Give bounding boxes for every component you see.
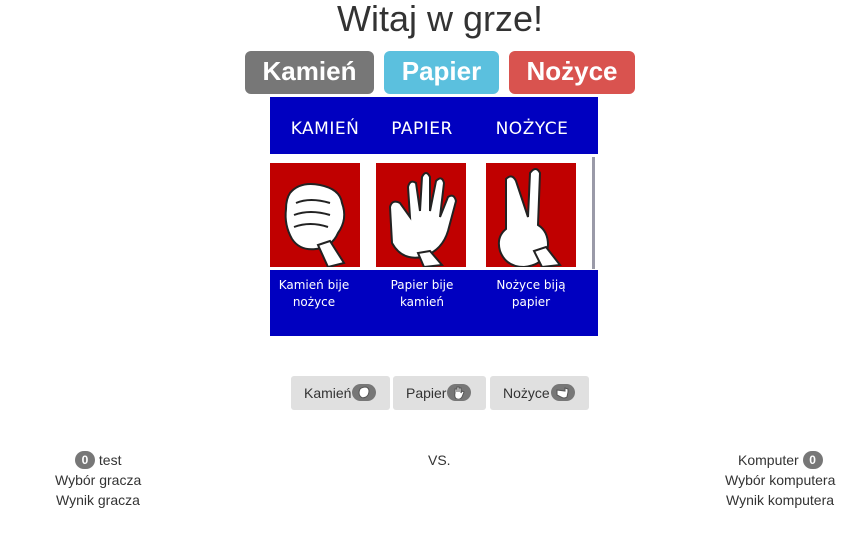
rules-image: KAMIEŃ PAPIER NOŻYCE Kamień bije nożyce … (270, 97, 598, 336)
rock-header-button[interactable]: Kamień (245, 51, 374, 94)
choose-rock-button[interactable]: Kamień (291, 376, 390, 410)
rules-caption-paper-line2: kamień (399, 295, 445, 309)
rules-caption-paper-line1: Papier bije (390, 278, 454, 292)
rules-caption-rock-line1: Kamień bije (278, 278, 350, 292)
computer-name: Komputer (738, 452, 799, 468)
rules-caption-rock: Kamień bije nożyce (270, 277, 367, 311)
player-score-badge: 0 (75, 451, 95, 470)
fist-icon (270, 163, 360, 267)
scissors-header-button[interactable]: Nożyce (509, 51, 635, 94)
choose-rock-label: Kamień (304, 385, 352, 401)
rules-heading-scissors: NOŻYCE (495, 119, 569, 139)
player-name-row: 0 test (75, 450, 121, 470)
choose-scissors-label: Nożyce (503, 385, 550, 401)
rules-caption-paper: Papier bije kamień (369, 277, 475, 311)
rules-caption-rock-line2: nożyce (292, 295, 336, 309)
choose-paper-button[interactable]: Papier (393, 376, 486, 410)
player-name: test (98, 452, 122, 468)
player-choice: Wybór gracza (55, 472, 142, 488)
rules-caption-scissors: Nożyce biją papier (478, 277, 584, 311)
choose-paper-label: Papier (406, 385, 447, 401)
rock-hand-icon (352, 383, 377, 401)
rules-image-divider (592, 157, 595, 269)
computer-result: Wynik komputera (726, 492, 835, 508)
computer-choice: Wybór komputera (725, 472, 836, 488)
scissors-hand-icon (550, 383, 575, 401)
page-title: Witaj w grze! (336, 0, 544, 39)
computer-score-badge: 0 (802, 451, 823, 470)
computer-name-row: Komputer 0 (738, 450, 823, 470)
paper-header-button[interactable]: Papier (384, 51, 499, 94)
rules-heading-paper: PAPIER (391, 119, 453, 139)
open-hand-icon (376, 163, 466, 267)
rules-heading-rock: KAMIEŃ (290, 119, 360, 139)
peace-sign-icon (486, 163, 576, 267)
choose-scissors-button[interactable]: Nożyce (490, 376, 589, 410)
rules-caption-scissors-line2: papier (511, 295, 551, 309)
paper-hand-icon (447, 383, 472, 401)
versus-label: VS. (428, 452, 451, 468)
player-result: Wynik gracza (56, 492, 140, 508)
rules-caption-scissors-line1: Nożyce biją (496, 278, 566, 292)
